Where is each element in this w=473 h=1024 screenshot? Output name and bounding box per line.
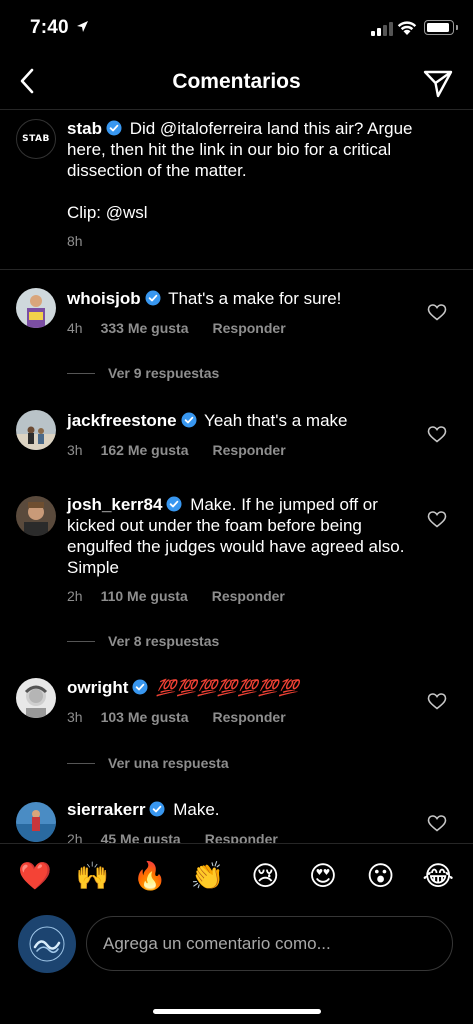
comment-timestamp: 3h: [67, 442, 83, 458]
avatar[interactable]: STAB: [16, 119, 56, 159]
cellular-signal-icon: [371, 22, 393, 36]
comment-text: josh_kerr84 Make. If he jumped off or ki…: [67, 494, 417, 578]
verified-badge-icon: [106, 120, 122, 136]
heart-icon[interactable]: [426, 301, 448, 323]
comment-body: That's a make for sure!: [168, 289, 342, 308]
comment-likes[interactable]: 333 Me gusta: [101, 320, 189, 336]
emoji-fire-button[interactable]: 🔥: [130, 856, 170, 896]
emoji-heart-button[interactable]: ❤️: [15, 856, 55, 896]
home-indicator: [153, 1009, 321, 1014]
comment-meta: 2h 110 Me gusta Responder: [67, 588, 285, 604]
comment-meta: 3h 103 Me gusta Responder: [67, 709, 286, 725]
header: Comentarios: [0, 56, 473, 110]
avatar: [18, 915, 76, 973]
view-replies-button[interactable]: Ver una respuesta: [67, 755, 229, 771]
heart-icon[interactable]: [426, 423, 448, 445]
comment-body: Yeah that's a make: [204, 411, 348, 430]
emoji-clap-button[interactable]: 👏: [188, 856, 228, 896]
verified-badge-icon: [145, 290, 161, 306]
comment-list[interactable]: whoisjob That's a make for sure! 4h 333 M…: [0, 271, 473, 843]
view-replies-label: Ver 8 respuestas: [108, 633, 220, 649]
comment-text: jackfreestone Yeah that's a make: [67, 410, 417, 431]
comment-username[interactable]: owright: [67, 678, 128, 697]
stab-logo: STAB: [22, 134, 50, 144]
share-button[interactable]: [420, 66, 456, 100]
verified-badge-icon: [149, 801, 165, 817]
paper-plane-icon: [423, 70, 453, 98]
comment-likes[interactable]: 110 Me gusta: [101, 588, 188, 604]
comment-timestamp: 4h: [67, 320, 83, 336]
comment-username[interactable]: sierrakerr: [67, 800, 145, 819]
view-replies-label: Ver 9 respuestas: [108, 365, 220, 381]
comment-text: sierrakerr Make.: [67, 799, 417, 820]
comment-username[interactable]: josh_kerr84: [67, 495, 162, 514]
status-time: 7:40: [30, 17, 69, 38]
comment-input[interactable]: [86, 916, 453, 971]
emoji-laughing-button[interactable]: 😂: [418, 856, 458, 896]
avatar[interactable]: [16, 802, 56, 842]
avatar[interactable]: [16, 678, 56, 718]
reply-button[interactable]: Responder: [212, 588, 285, 604]
comment-username[interactable]: whoisjob: [67, 289, 141, 308]
avatar[interactable]: [16, 410, 56, 450]
post-caption: STAB stab Did @italoferreira land this a…: [0, 112, 473, 270]
comment-timestamp: 2h: [67, 831, 83, 843]
emoji-quick-bar: ❤️ 🙌 🔥 👏 😢 😍 😮 😂: [0, 843, 473, 908]
caption-text: stab Did @italoferreira land this air? A…: [67, 118, 447, 223]
avatar[interactable]: [16, 496, 56, 536]
comment-meta: 4h 333 Me gusta Responder: [67, 320, 286, 336]
wifi-icon: [397, 21, 417, 35]
battery-icon: [424, 20, 458, 35]
comment-username[interactable]: jackfreestone: [67, 411, 177, 430]
heart-icon[interactable]: [426, 812, 448, 834]
page-title: Comentarios: [172, 70, 301, 93]
caption-timestamp: 8h: [67, 233, 83, 249]
verified-badge-icon: [181, 412, 197, 428]
view-replies-button[interactable]: Ver 9 respuestas: [67, 365, 219, 381]
reply-button[interactable]: Responder: [205, 831, 278, 843]
comment-likes[interactable]: 162 Me gusta: [101, 442, 189, 458]
view-replies-label: Ver una respuesta: [108, 755, 229, 771]
verified-badge-icon: [132, 679, 148, 695]
comment-likes[interactable]: 103 Me gusta: [101, 709, 189, 725]
comment-meta: 3h 162 Me gusta Responder: [67, 442, 286, 458]
comment-body: 💯💯💯💯💯💯💯: [156, 680, 300, 697]
heart-icon[interactable]: [426, 508, 448, 530]
emoji-raised-hands-button[interactable]: 🙌: [72, 856, 112, 896]
view-replies-button[interactable]: Ver 8 respuestas: [67, 633, 219, 649]
caption-clip-credit: Clip: @wsl: [67, 203, 148, 222]
comment-timestamp: 2h: [67, 588, 83, 604]
verified-badge-icon: [166, 496, 182, 512]
avatar[interactable]: [16, 288, 56, 328]
location-arrow-icon: [77, 21, 88, 32]
emoji-heart-eyes-button[interactable]: 😍: [303, 856, 343, 896]
caption-username[interactable]: stab: [67, 119, 102, 138]
status-bar: 7:40: [0, 0, 473, 56]
comment-body: Make.: [173, 800, 220, 819]
comment-meta: 2h 45 Me gusta Responder: [67, 831, 278, 843]
reply-button[interactable]: Responder: [213, 442, 286, 458]
comment-likes[interactable]: 45 Me gusta: [101, 831, 181, 843]
reply-button[interactable]: Responder: [213, 320, 286, 336]
reply-button[interactable]: Responder: [213, 709, 286, 725]
comment-composer: [0, 913, 473, 973]
heart-icon[interactable]: [426, 690, 448, 712]
comment-text: owright 💯💯💯💯💯💯💯: [67, 677, 417, 699]
comment-timestamp: 3h: [67, 709, 83, 725]
emoji-surprised-button[interactable]: 😮: [361, 856, 401, 896]
comment-text: whoisjob That's a make for sure!: [67, 288, 417, 309]
emoji-crying-button[interactable]: 😢: [245, 856, 285, 896]
